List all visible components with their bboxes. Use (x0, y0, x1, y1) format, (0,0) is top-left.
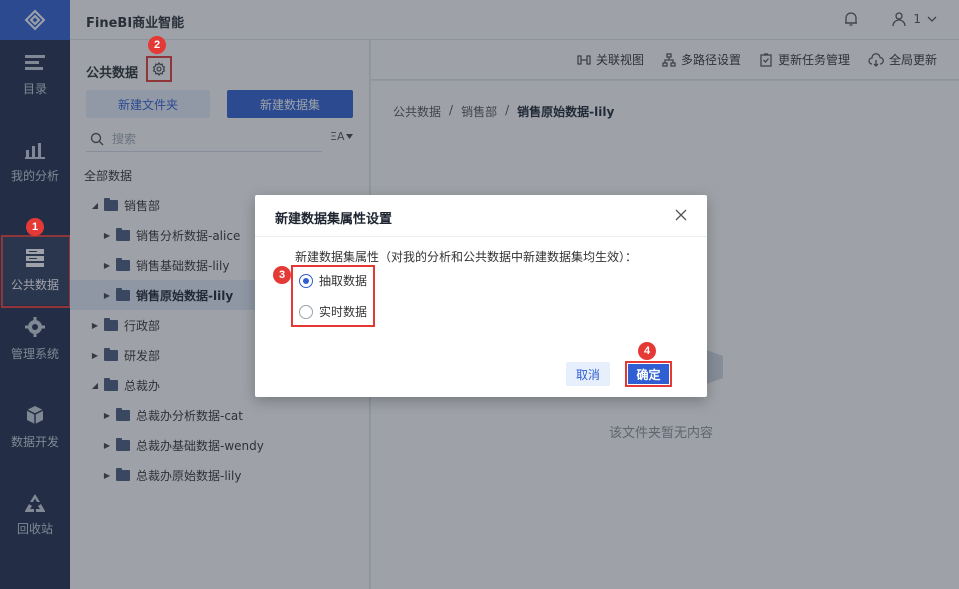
new-dataset-property-dialog: 新建数据集属性设置 新建数据集属性（对我的分析和公共数据中新建数据集均生效）： … (255, 195, 707, 397)
option-realtime-label: 实时数据 (319, 305, 368, 319)
radio-extract-data[interactable] (299, 273, 313, 288)
option-extract-data[interactable]: 抽取数据 (299, 272, 367, 289)
dialog-title: 新建数据集属性设置 (275, 212, 393, 227)
dialog-close-button[interactable] (675, 209, 687, 224)
step-badge-2: 2 (148, 36, 166, 54)
dialog-description: 新建数据集属性（对我的分析和公共数据中新建数据集均生效）： (295, 250, 638, 264)
step-badge-1: 1 (26, 218, 44, 236)
cancel-button[interactable]: 取消 (566, 362, 610, 386)
option-extract-label: 抽取数据 (319, 274, 368, 288)
confirm-label: 确定 (628, 364, 669, 384)
dataset-mode-options: 抽取数据 实时数据 (291, 265, 375, 327)
option-realtime-data[interactable]: 实时数据 (299, 303, 367, 320)
dialog-divider (255, 236, 707, 237)
step-badge-3: 3 (273, 266, 291, 284)
close-icon (675, 209, 687, 221)
confirm-button[interactable]: 确定 (625, 361, 672, 387)
step-badge-4: 4 (638, 342, 656, 360)
radio-realtime-data[interactable] (299, 304, 313, 319)
